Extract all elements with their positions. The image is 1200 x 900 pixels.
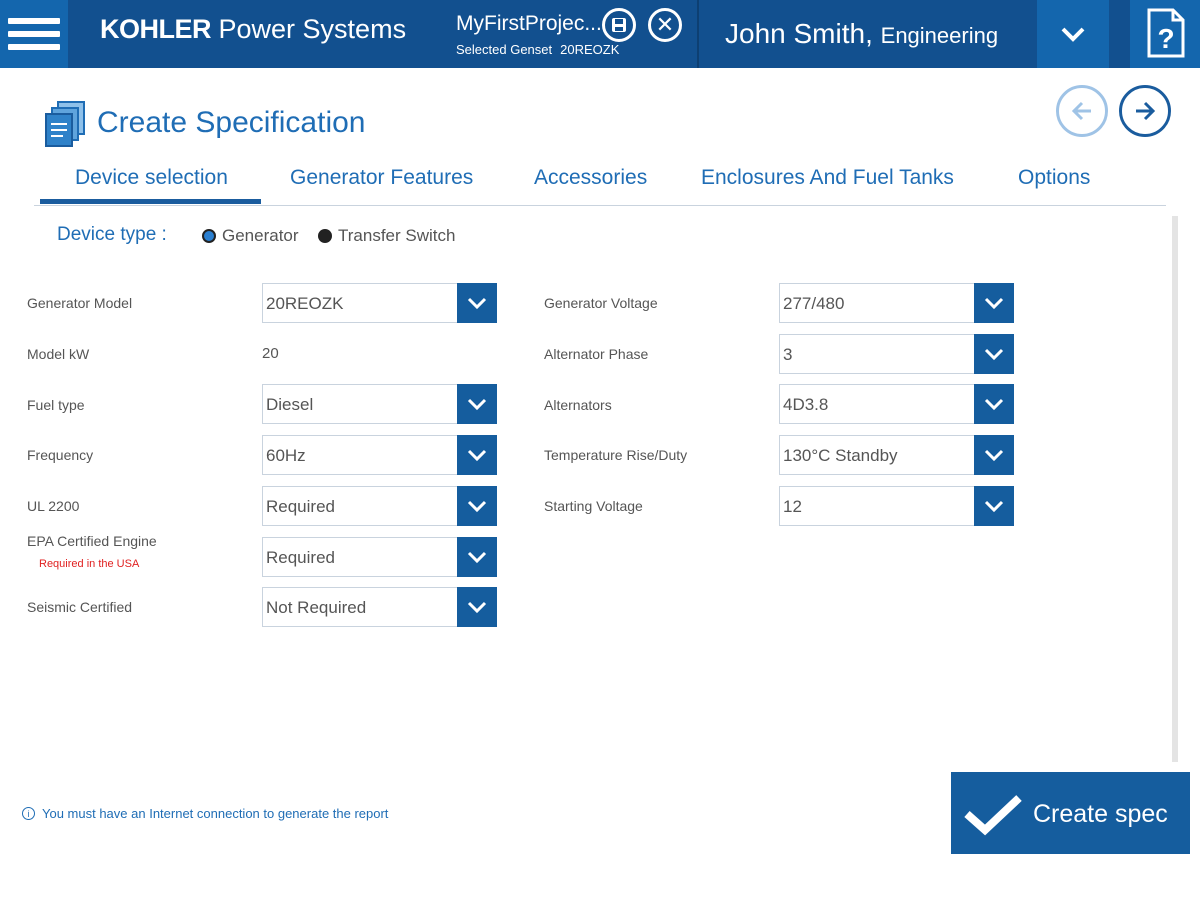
- generator-model-select[interactable]: 20REOZK: [262, 283, 497, 323]
- label-starting-voltage: Starting Voltage: [544, 498, 643, 514]
- documents-icon: [44, 100, 88, 148]
- content-scrollbar[interactable]: [1172, 216, 1178, 762]
- tab-generator-features[interactable]: Generator Features: [290, 166, 473, 190]
- tab-accessories[interactable]: Accessories: [534, 166, 647, 190]
- genset-value: 20REOZK: [560, 42, 620, 57]
- epa-certified-engine-select[interactable]: Required: [262, 537, 497, 577]
- label-generator-model: Generator Model: [27, 295, 133, 311]
- tab-options[interactable]: Options: [1018, 166, 1090, 190]
- create-spec-label: Create spec: [1033, 800, 1168, 828]
- selected-genset: Selected Genset 20REOZK: [456, 42, 619, 57]
- epa-certified-engine-value: Required: [266, 548, 335, 567]
- generator-voltage-value: 277/480: [783, 294, 845, 313]
- radio-generator[interactable]: Generator: [202, 226, 299, 246]
- close-icon[interactable]: ✕: [648, 8, 682, 42]
- radio-transfer-switch-label: Transfer Switch: [338, 226, 456, 245]
- chevron-down-icon[interactable]: [974, 435, 1014, 475]
- internet-notice-text: You must have an Internet connection to …: [42, 806, 389, 821]
- label-alternator-phase: Alternator Phase: [544, 346, 649, 362]
- radio-selected-indicator: [202, 229, 216, 243]
- label-model-kw: Model kW: [27, 346, 90, 362]
- back-button[interactable]: [1056, 85, 1108, 137]
- chevron-down-icon[interactable]: [974, 384, 1014, 424]
- fuel-type-select[interactable]: Diesel: [262, 384, 497, 424]
- user-dept: Engineering: [880, 23, 999, 48]
- temperature-rise-duty-value: 130°C Standby: [783, 446, 898, 465]
- starting-voltage-value: 12: [783, 497, 802, 516]
- epa-required-note: Required in the USA: [39, 558, 140, 570]
- ul-2200-select[interactable]: Required: [262, 486, 497, 526]
- top-bar: KOHLER Power Systems MyFirstProjec... Se…: [0, 0, 1200, 68]
- label-temperature-rise-duty: Temperature Rise/Duty: [544, 447, 688, 463]
- tab-enclosures-and-fuel-tanks[interactable]: Enclosures And Fuel Tanks: [701, 166, 954, 190]
- device-type-label: Device type :: [57, 224, 167, 245]
- model-kw-value: 20: [262, 345, 279, 362]
- arrow-left-icon: [1071, 101, 1091, 121]
- frequency-value: 60Hz: [266, 446, 306, 465]
- chevron-down-icon[interactable]: [457, 435, 497, 475]
- create-spec-button[interactable]: Create spec: [951, 772, 1190, 854]
- label-ul-2200: UL 2200: [27, 498, 80, 514]
- chevron-down-icon[interactable]: [974, 486, 1014, 526]
- label-frequency: Frequency: [27, 447, 94, 463]
- project-info: MyFirstProjec... Selected Genset 20REOZK: [456, 12, 619, 57]
- active-tab-indicator: [40, 199, 261, 204]
- save-icon[interactable]: [602, 8, 636, 42]
- generator-voltage-select[interactable]: 277/480: [779, 283, 1014, 323]
- label-alternators: Alternators: [544, 397, 612, 413]
- chevron-down-icon[interactable]: [457, 537, 497, 577]
- starting-voltage-select[interactable]: 12: [779, 486, 1014, 526]
- chevron-down-icon[interactable]: [457, 587, 497, 627]
- radio-unselected-indicator: [318, 229, 332, 243]
- brand-rest: Power Systems: [218, 14, 407, 44]
- chevron-down-icon[interactable]: [457, 283, 497, 323]
- arrow-right-icon: [1136, 101, 1156, 121]
- help-icon[interactable]: ?: [1130, 0, 1200, 68]
- info-icon: i: [22, 807, 35, 820]
- forward-button[interactable]: [1119, 85, 1171, 137]
- label-fuel-type: Fuel type: [27, 397, 85, 413]
- alternators-select[interactable]: 4D3.8: [779, 384, 1014, 424]
- radio-generator-label: Generator: [222, 226, 299, 245]
- internet-notice: i You must have an Internet connection t…: [22, 806, 388, 821]
- user-dropdown-button[interactable]: [1037, 0, 1109, 68]
- label-seismic-certified: Seismic Certified: [27, 599, 133, 615]
- fuel-type-value: Diesel: [266, 395, 314, 414]
- svg-text:?: ?: [1157, 23, 1174, 54]
- ul-2200-value: Required: [266, 497, 335, 516]
- generator-model-value: 20REOZK: [266, 294, 344, 313]
- brand-logo: KOHLER Power Systems: [100, 14, 406, 45]
- header-divider: [697, 0, 699, 68]
- seismic-certified-select[interactable]: Not Required: [262, 587, 497, 627]
- page-title: Create Specification: [97, 106, 366, 139]
- label-epa-certified-engine: EPA Certified Engine: [27, 533, 157, 549]
- chevron-down-icon[interactable]: [974, 334, 1014, 374]
- seismic-certified-value: Not Required: [266, 598, 367, 617]
- alternator-phase-select[interactable]: 3: [779, 334, 1014, 374]
- alternator-phase-value: 3: [783, 345, 793, 364]
- frequency-select[interactable]: 60Hz: [262, 435, 497, 475]
- brand-bold: KOHLER: [100, 14, 212, 44]
- chevron-down-icon: [1061, 27, 1085, 42]
- chevron-down-icon[interactable]: [974, 283, 1014, 323]
- tab-device-selection[interactable]: Device selection: [75, 166, 228, 201]
- genset-label: Selected Genset: [456, 42, 553, 57]
- hamburger-menu-icon[interactable]: [0, 0, 68, 68]
- temperature-rise-duty-select[interactable]: 130°C Standby: [779, 435, 1014, 475]
- label-generator-voltage: Generator Voltage: [544, 295, 658, 311]
- checkmark-icon: [964, 795, 1022, 836]
- alternators-value: 4D3.8: [783, 395, 829, 414]
- chevron-down-icon[interactable]: [457, 384, 497, 424]
- user-name: John Smith,: [725, 18, 873, 49]
- project-name: MyFirstProjec...: [456, 12, 602, 35]
- user-info: John Smith, Engineering: [725, 18, 998, 50]
- chevron-down-icon[interactable]: [457, 486, 497, 526]
- radio-transfer-switch[interactable]: Transfer Switch: [318, 226, 455, 246]
